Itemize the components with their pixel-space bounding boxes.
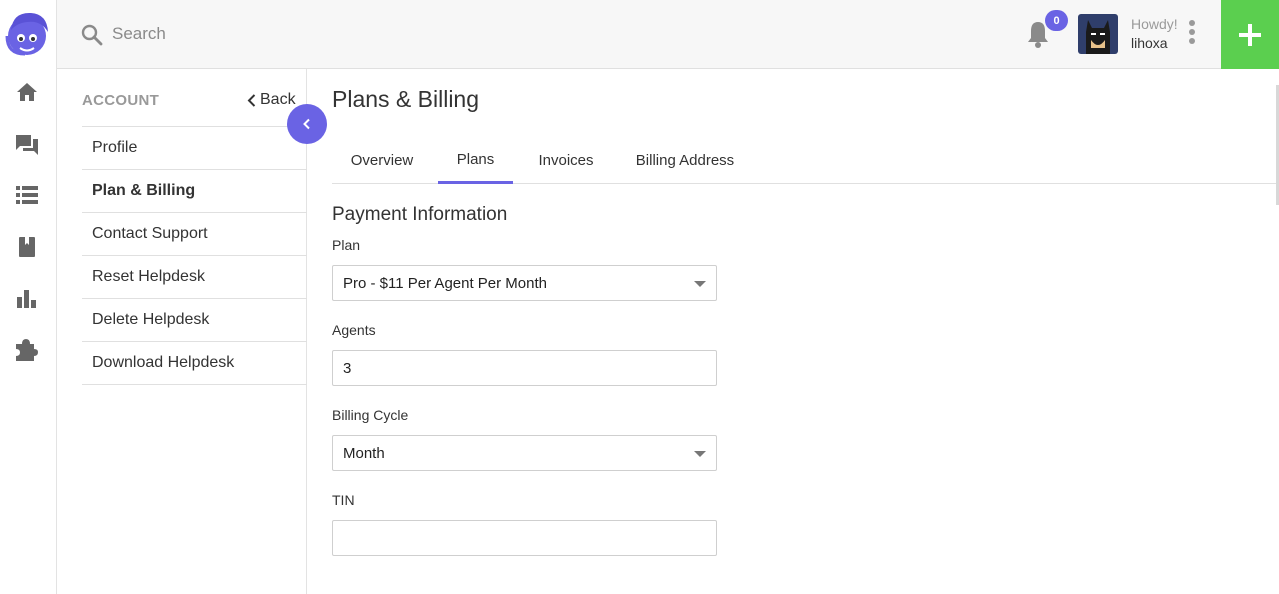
logo[interactable] xyxy=(3,8,51,58)
section-title: Payment Information xyxy=(332,204,508,225)
account-item-plan-billing[interactable]: Plan & Billing xyxy=(82,170,307,213)
plan-value: Pro - $11 Per Agent Per Month xyxy=(343,274,548,292)
tab-billing-address[interactable]: Billing Address xyxy=(624,137,746,184)
search-icon xyxy=(80,23,104,47)
dropdown-caret-icon xyxy=(694,281,706,287)
billing-cycle-label: Billing Cycle xyxy=(332,407,409,423)
account-menu: Profile Plan & Billing Contact Support R… xyxy=(82,126,307,385)
account-title: ACCOUNT xyxy=(82,92,160,109)
more-options-icon[interactable] xyxy=(1187,20,1197,48)
account-item-delete-helpdesk[interactable]: Delete Helpdesk xyxy=(82,299,307,342)
account-item-download-helpdesk[interactable]: Download Helpdesk xyxy=(82,342,307,385)
tin-input[interactable] xyxy=(332,520,717,556)
tab-plans[interactable]: Plans xyxy=(438,137,513,184)
account-sidebar: ACCOUNT Back Profile Plan & Billing Cont… xyxy=(57,69,307,594)
agents-label: Agents xyxy=(332,322,376,338)
plan-select[interactable]: Pro - $11 Per Agent Per Month xyxy=(332,265,717,301)
account-item-profile[interactable]: Profile xyxy=(82,127,307,170)
account-item-reset-helpdesk[interactable]: Reset Helpdesk xyxy=(82,256,307,299)
tab-invoices[interactable]: Invoices xyxy=(524,137,608,184)
bar-chart-icon[interactable] xyxy=(15,286,39,310)
tab-bar: Overview Plans Invoices Billing Address xyxy=(332,137,1277,184)
tab-overview[interactable]: Overview xyxy=(332,137,432,184)
collapse-sidebar-button[interactable] xyxy=(287,104,327,144)
account-item-contact-support[interactable]: Contact Support xyxy=(82,213,307,256)
dropdown-caret-icon xyxy=(694,451,706,457)
home-icon[interactable] xyxy=(15,80,39,104)
agents-input[interactable]: 3 xyxy=(332,350,717,386)
agents-value: 3 xyxy=(343,359,352,377)
list-icon[interactable] xyxy=(15,183,39,207)
billing-cycle-value: Month xyxy=(343,444,385,462)
avatar[interactable] xyxy=(1078,14,1118,54)
plan-label: Plan xyxy=(332,237,361,253)
main-content: Plans & Billing Overview Plans Invoices … xyxy=(307,69,1279,594)
puzzle-icon[interactable] xyxy=(15,338,39,362)
search-input[interactable] xyxy=(112,18,712,50)
top-bar: 0 Howdy! lihoxa xyxy=(57,0,1279,69)
chevron-left-icon xyxy=(303,118,310,130)
icon-rail xyxy=(0,0,57,594)
billing-cycle-select[interactable]: Month xyxy=(332,435,717,471)
back-link[interactable]: Back xyxy=(247,91,296,109)
plus-icon xyxy=(1239,23,1261,46)
tin-label: TIN xyxy=(332,492,355,508)
headset-mascot-logo-icon xyxy=(5,12,48,56)
add-button[interactable] xyxy=(1221,0,1279,69)
chat-icon[interactable] xyxy=(15,133,39,157)
greeting-text: Howdy! xyxy=(1131,16,1178,32)
notification-badge: 0 xyxy=(1045,10,1068,31)
page-title: Plans & Billing xyxy=(332,86,480,112)
back-label: Back xyxy=(260,91,296,108)
chevron-left-icon xyxy=(247,93,256,107)
username: lihoxa xyxy=(1131,35,1168,51)
book-icon[interactable] xyxy=(15,235,39,259)
